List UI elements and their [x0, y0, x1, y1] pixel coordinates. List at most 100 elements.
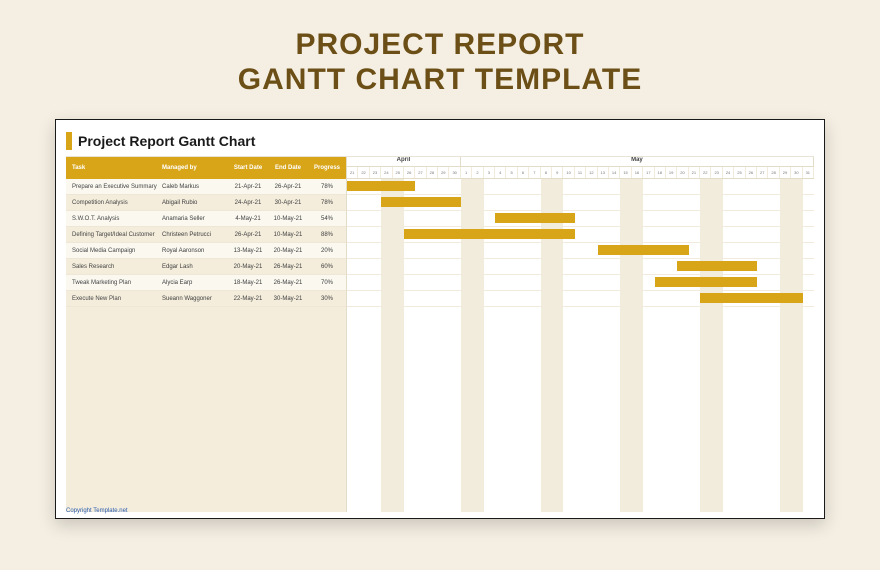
- day-label: 18: [655, 167, 666, 178]
- cell-manager: Edgar Lash: [162, 264, 228, 270]
- gantt-bar: [347, 181, 415, 191]
- day-label: 21: [347, 167, 358, 178]
- gantt-bar: [655, 277, 758, 287]
- cell-start: 26-Apr-21: [228, 232, 268, 238]
- page-title: PROJECT REPORT GANTT CHART TEMPLATE: [238, 28, 642, 97]
- gantt-row: [347, 179, 814, 195]
- cell-progress: 78%: [308, 184, 346, 190]
- day-label: 15: [620, 167, 631, 178]
- day-label: 4: [495, 167, 506, 178]
- cell-task: Social Media Campaign: [66, 248, 162, 254]
- day-label: 13: [598, 167, 609, 178]
- sheet-title: Project Report Gantt Chart: [78, 133, 255, 149]
- cell-start: 21-Apr-21: [228, 184, 268, 190]
- gantt-chart: AprilMay 2122232425262728293012345678910…: [346, 157, 814, 512]
- chart-area: [347, 179, 814, 512]
- cell-start: 20-May-21: [228, 264, 268, 270]
- cell-start: 18-May-21: [228, 280, 268, 286]
- task-table-body: Prepare an Executive SummaryCaleb Markus…: [66, 179, 346, 307]
- cell-task: Defining Target/Ideal Customer: [66, 232, 162, 238]
- day-label: 12: [586, 167, 597, 178]
- cell-end: 30-May-21: [268, 296, 308, 302]
- day-label: 6: [518, 167, 529, 178]
- day-label: 1: [461, 167, 472, 178]
- day-label: 25: [393, 167, 404, 178]
- task-table: Task Managed by Start Date End Date Prog…: [66, 157, 346, 512]
- day-label: 3: [484, 167, 495, 178]
- day-label: 24: [723, 167, 734, 178]
- table-row: Execute New PlanSueann Waggoner22-May-21…: [66, 291, 346, 307]
- cell-start: 4-May-21: [228, 216, 268, 222]
- table-row: Competition AnalysisAbigail Rubio24-Apr-…: [66, 195, 346, 211]
- gantt-bar: [700, 293, 803, 303]
- gantt-bar: [677, 261, 757, 271]
- gantt-bar: [495, 213, 575, 223]
- col-header-progress: Progress: [308, 165, 346, 171]
- gantt-row: [347, 291, 814, 307]
- cell-progress: 30%: [308, 296, 346, 302]
- cell-progress: 88%: [308, 232, 346, 238]
- table-row: S.W.O.T. AnalysisAnamaria Seller4-May-21…: [66, 211, 346, 227]
- day-label: 29: [438, 167, 449, 178]
- day-label: 17: [643, 167, 654, 178]
- day-label: 29: [780, 167, 791, 178]
- cell-progress: 20%: [308, 248, 346, 254]
- day-label: 22: [700, 167, 711, 178]
- sheet-title-row: Project Report Gantt Chart: [66, 132, 814, 150]
- day-label: 23: [711, 167, 722, 178]
- title-accent-bar: [66, 132, 72, 150]
- day-label: 23: [370, 167, 381, 178]
- cell-progress: 54%: [308, 216, 346, 222]
- gantt-bar: [381, 197, 461, 207]
- cell-start: 13-May-21: [228, 248, 268, 254]
- day-label: 8: [541, 167, 552, 178]
- day-label: 31: [803, 167, 814, 178]
- col-header-managed: Managed by: [162, 165, 228, 171]
- cell-manager: Caleb Markus: [162, 184, 228, 190]
- cell-end: 26-May-21: [268, 264, 308, 270]
- gantt-row: [347, 259, 814, 275]
- day-label: 2: [472, 167, 483, 178]
- table-row: Defining Target/Ideal CustomerChristeen …: [66, 227, 346, 243]
- month-label: May: [461, 157, 814, 166]
- day-label: 5: [506, 167, 517, 178]
- day-label: 30: [791, 167, 802, 178]
- day-label: 9: [552, 167, 563, 178]
- cell-manager: Abigail Rubio: [162, 200, 228, 206]
- day-label: 22: [358, 167, 369, 178]
- copyright-link[interactable]: Copyright Template.net: [66, 508, 128, 514]
- cell-manager: Christeen Petrucci: [162, 232, 228, 238]
- day-row: 2122232425262728293012345678910111213141…: [347, 167, 814, 179]
- day-label: 27: [757, 167, 768, 178]
- col-header-end: End Date: [268, 165, 308, 171]
- day-label: 21: [689, 167, 700, 178]
- cell-start: 22-May-21: [228, 296, 268, 302]
- cell-end: 30-Apr-21: [268, 200, 308, 206]
- cell-manager: Royal Aaronson: [162, 248, 228, 254]
- cell-manager: Anamaria Seller: [162, 216, 228, 222]
- day-label: 10: [563, 167, 574, 178]
- gantt-row: [347, 211, 814, 227]
- cell-end: 10-May-21: [268, 216, 308, 222]
- hero-line-2: GANTT CHART TEMPLATE: [238, 63, 642, 98]
- hero-line-1: PROJECT REPORT: [238, 28, 642, 63]
- day-label: 16: [632, 167, 643, 178]
- gantt-row: [347, 243, 814, 259]
- cell-task: S.W.O.T. Analysis: [66, 216, 162, 222]
- cell-end: 20-May-21: [268, 248, 308, 254]
- day-label: 25: [734, 167, 745, 178]
- cell-task: Execute New Plan: [66, 296, 162, 302]
- gantt-row: [347, 275, 814, 291]
- table-row: Tweak Marketing PlanAlycia Earp18-May-21…: [66, 275, 346, 291]
- cell-end: 26-May-21: [268, 280, 308, 286]
- cell-task: Competition Analysis: [66, 200, 162, 206]
- gantt-bar: [598, 245, 689, 255]
- day-label: 7: [529, 167, 540, 178]
- cell-start: 24-Apr-21: [228, 200, 268, 206]
- day-label: 14: [609, 167, 620, 178]
- month-label: April: [347, 157, 461, 166]
- day-label: 27: [415, 167, 426, 178]
- day-label: 20: [677, 167, 688, 178]
- cell-progress: 78%: [308, 200, 346, 206]
- table-row: Social Media CampaignRoyal Aaronson13-Ma…: [66, 243, 346, 259]
